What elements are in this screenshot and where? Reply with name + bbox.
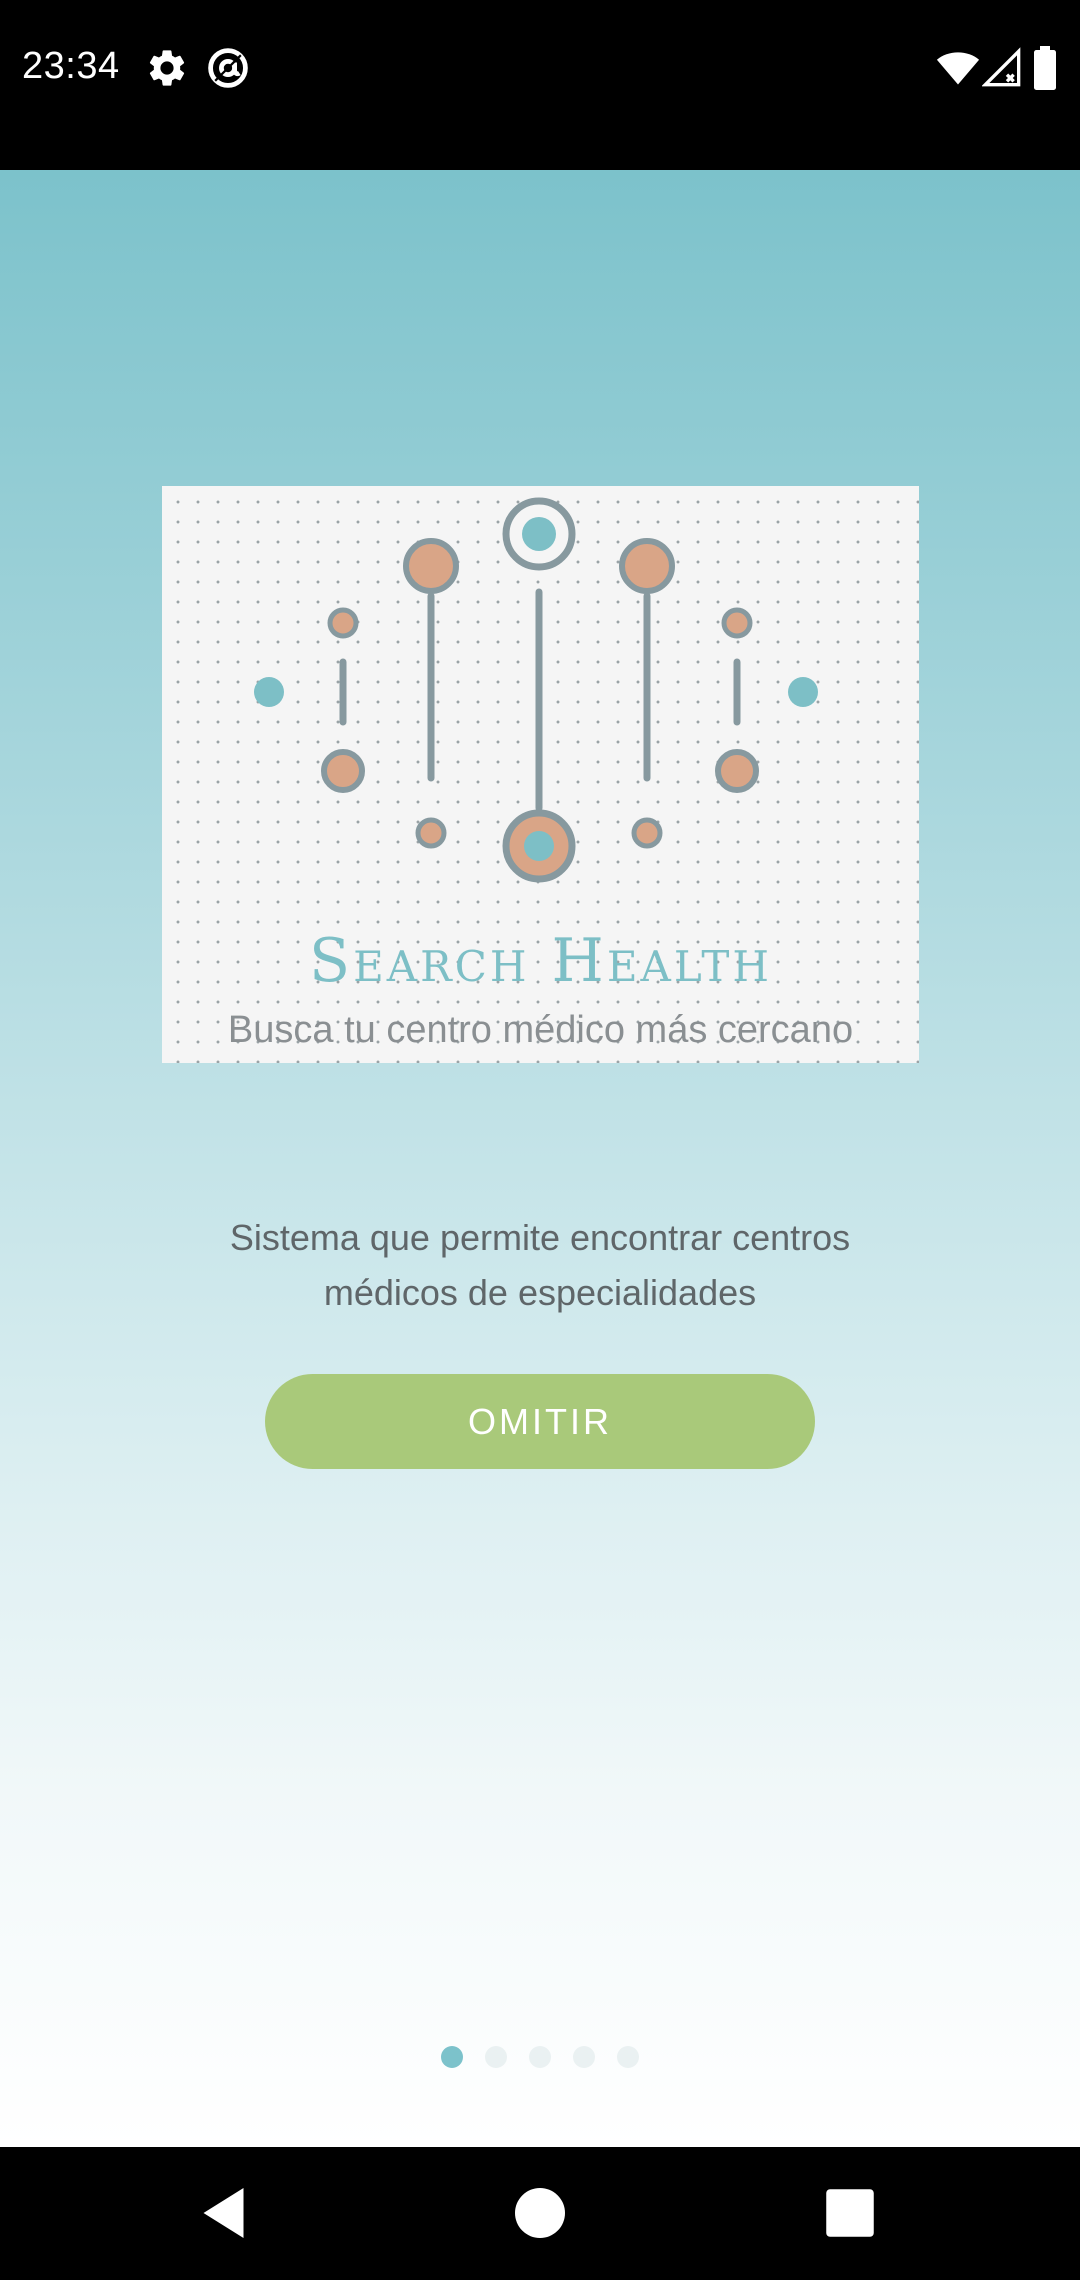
- search-health-logo: Search Health Busca tu centro médico más…: [162, 486, 919, 1063]
- onboarding-description: Sistema que permite encontrar centros mé…: [229, 1217, 851, 1313]
- onboarding-screen: Search Health Busca tu centro médico más…: [0, 170, 1080, 2147]
- page-dot-3[interactable]: [529, 2046, 551, 2068]
- page-dot-4[interactable]: [573, 2046, 595, 2068]
- medical-network-icon: [254, 497, 818, 883]
- page-dot-2[interactable]: [485, 2046, 507, 2068]
- navigation-bar: [0, 2147, 1080, 2280]
- at-sign-icon: [206, 46, 250, 90]
- page-dot-1[interactable]: [441, 2046, 463, 2068]
- logo-title: Search Health: [309, 926, 772, 996]
- status-time: 23:34: [22, 45, 120, 87]
- skip-button[interactable]: OMITIR: [265, 1374, 815, 1469]
- home-icon[interactable]: [510, 2183, 570, 2243]
- back-icon[interactable]: [196, 2183, 256, 2243]
- gear-icon: [145, 46, 189, 90]
- signal-icon: [982, 46, 1022, 90]
- wifi-icon: [935, 46, 981, 90]
- logo-subtitle: Busca tu centro médico más cercano: [227, 1009, 854, 1051]
- status-bar: 23:34: [0, 0, 1080, 170]
- page-dot-5[interactable]: [617, 2046, 639, 2068]
- battery-icon: [1032, 46, 1058, 90]
- recents-icon[interactable]: [820, 2183, 880, 2243]
- page-indicator: [0, 2046, 1080, 2070]
